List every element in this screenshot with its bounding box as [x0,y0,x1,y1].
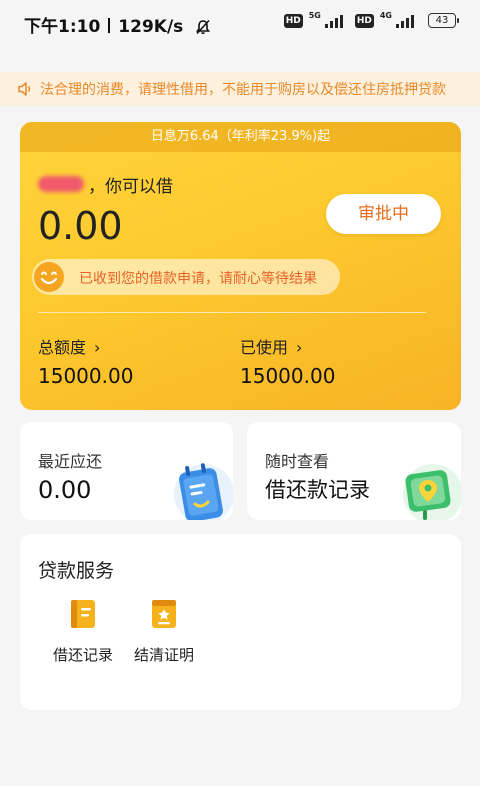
service-settlement-certificate[interactable]: 结清证明 [124,598,204,665]
chevron-right-icon: › [94,338,101,357]
service-label: 借还记录 [52,646,113,664]
hd-badge: HD [283,13,303,28]
recent-repayment-value: 0.00 [38,476,92,504]
status-separator [108,18,111,33]
hd-badge-2: HD [354,13,374,28]
status-left: 下午1:10 129K/s [24,12,211,40]
used-amount-link[interactable]: 已使用 › [240,334,302,358]
notice-bar[interactable]: 法合理的消费，请理性借用，不能用于购房以及偿还住房抵押贷款 [0,72,480,106]
available-amount: 0.00 [38,204,123,248]
used-amount-label: 已使用 [240,338,289,357]
used-amount-value: 15000.00 [240,364,336,388]
card-divider [38,312,426,313]
status-time: 下午1:10 [24,17,101,37]
loan-records-title: 随时查看 [265,452,330,471]
map-pin-icon [395,456,461,520]
chevron-right-icon: › [296,338,303,357]
loan-card: 日息万6.64（年利率23.9%)起 ，你可以借 0.00 审批中 已收到您的借… [20,122,461,410]
calendar-icon [170,456,233,520]
battery-icon: 43 [428,13,459,28]
network-type-label-2: 4G [379,11,392,20]
interest-rate-text: 日息万6.64（年利率23.9%)起 [20,122,461,152]
service-label: 结清证明 [133,646,194,664]
total-limit-link[interactable]: 总额度 › [38,334,100,358]
loan-records-card[interactable]: 随时查看 借还款记录 [247,422,461,520]
masked-username [38,176,84,192]
notice-text: 法合理的消费，请理性借用，不能用于购房以及偿还住房抵押贷款 [40,82,446,98]
smiley-icon [32,260,66,298]
record-book-icon [43,598,123,634]
mute-bell-icon [195,19,211,40]
total-limit-value: 15000.00 [38,364,134,388]
approval-status-button[interactable]: 审批中 [326,194,441,234]
recent-repayment-title: 最近应还 [38,452,103,471]
certificate-icon [124,598,204,634]
loan-services-section: 贷款服务 借还记录 结清证明 [20,534,461,710]
greeting-text: ，你可以借 [88,177,173,197]
loan-records-subtitle: 借还款记录 [265,478,370,502]
service-loan-records[interactable]: 借还记录 [43,598,123,665]
network-speed: 129K/s [118,17,184,37]
status-right: HD 5G HD 4G 43 [283,11,459,28]
total-limit-label: 总额度 [38,338,87,357]
recent-repayment-card[interactable]: 最近应还 0.00 [20,422,233,520]
application-notice-pill: 已收到您的借款申请，请耐心等待结果 [32,259,340,295]
speaker-icon [16,80,34,102]
network-type-label: 5G [308,11,321,20]
signal-icon-2 [396,14,414,28]
loan-services-title: 贷款服务 [38,560,115,582]
application-notice-text: 已收到您的借款申请，请耐心等待结果 [79,271,317,287]
status-bar: 下午1:10 129K/s HD 5G HD 4G 43 [0,0,480,46]
signal-icon [324,14,343,28]
